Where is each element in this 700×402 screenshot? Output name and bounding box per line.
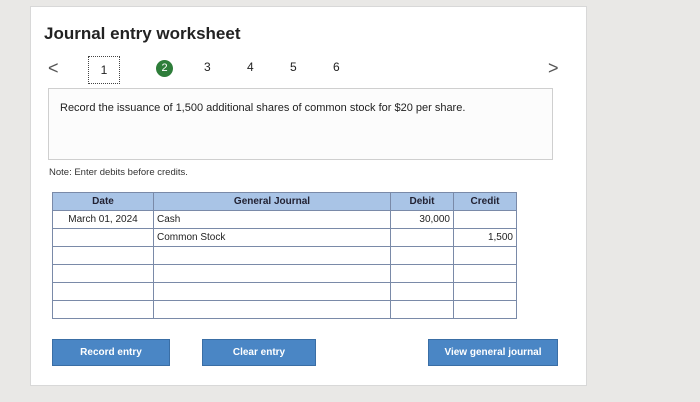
credit-cell[interactable] bbox=[453, 264, 517, 283]
credit-cell[interactable] bbox=[453, 210, 517, 229]
prev-arrow-icon[interactable]: < bbox=[48, 58, 59, 79]
prompt-box: Record the issuance of 1,500 additional … bbox=[48, 88, 553, 160]
debit-cell[interactable] bbox=[390, 264, 454, 283]
debit-cell[interactable] bbox=[390, 246, 454, 265]
credit-cell[interactable] bbox=[453, 282, 517, 301]
debit-cell[interactable] bbox=[390, 300, 454, 319]
date-cell[interactable] bbox=[52, 264, 154, 283]
table-row: March 01, 2024 Cash 30,000 bbox=[52, 210, 517, 229]
credit-cell[interactable] bbox=[453, 300, 517, 319]
account-cell[interactable] bbox=[153, 264, 391, 283]
table-row bbox=[52, 300, 517, 319]
journal-table: Date General Journal Debit Credit March … bbox=[52, 192, 517, 319]
clear-entry-button[interactable]: Clear entry bbox=[202, 339, 316, 366]
debit-cell[interactable] bbox=[390, 282, 454, 301]
step-2-tab-current[interactable]: 2 bbox=[156, 60, 173, 77]
step-3-tab[interactable]: 3 bbox=[204, 60, 211, 74]
debit-header: Debit bbox=[390, 192, 454, 211]
note-text: Note: Enter debits before credits. bbox=[49, 167, 188, 178]
date-cell[interactable] bbox=[52, 228, 154, 247]
table-row bbox=[52, 282, 517, 301]
next-arrow-icon[interactable]: > bbox=[548, 58, 559, 79]
general-journal-header: General Journal bbox=[153, 192, 391, 211]
date-cell[interactable] bbox=[52, 282, 154, 301]
debit-cell[interactable]: 30,000 bbox=[390, 210, 454, 229]
debit-cell[interactable] bbox=[390, 228, 454, 247]
date-cell[interactable] bbox=[52, 246, 154, 265]
table-row bbox=[52, 246, 517, 265]
account-cell[interactable]: Common Stock bbox=[153, 228, 391, 247]
step-1-tab[interactable]: 1 bbox=[88, 56, 120, 84]
view-general-journal-button[interactable]: View general journal bbox=[428, 339, 558, 366]
record-entry-button[interactable]: Record entry bbox=[52, 339, 170, 366]
credit-cell[interactable]: 1,500 bbox=[453, 228, 517, 247]
account-cell[interactable] bbox=[153, 300, 391, 319]
date-header: Date bbox=[52, 192, 154, 211]
credit-header: Credit bbox=[453, 192, 517, 211]
table-row bbox=[52, 264, 517, 283]
date-cell[interactable]: March 01, 2024 bbox=[52, 210, 154, 229]
prompt-text: Record the issuance of 1,500 additional … bbox=[60, 102, 466, 114]
credit-cell[interactable] bbox=[453, 246, 517, 265]
table-row: Common Stock 1,500 bbox=[52, 228, 517, 247]
step-5-tab[interactable]: 5 bbox=[290, 60, 297, 74]
step-6-tab[interactable]: 6 bbox=[333, 60, 340, 74]
step-4-tab[interactable]: 4 bbox=[247, 60, 254, 74]
account-cell[interactable] bbox=[153, 282, 391, 301]
account-cell[interactable] bbox=[153, 246, 391, 265]
date-cell[interactable] bbox=[52, 300, 154, 319]
account-cell[interactable]: Cash bbox=[153, 210, 391, 229]
page-title: Journal entry worksheet bbox=[44, 24, 241, 43]
